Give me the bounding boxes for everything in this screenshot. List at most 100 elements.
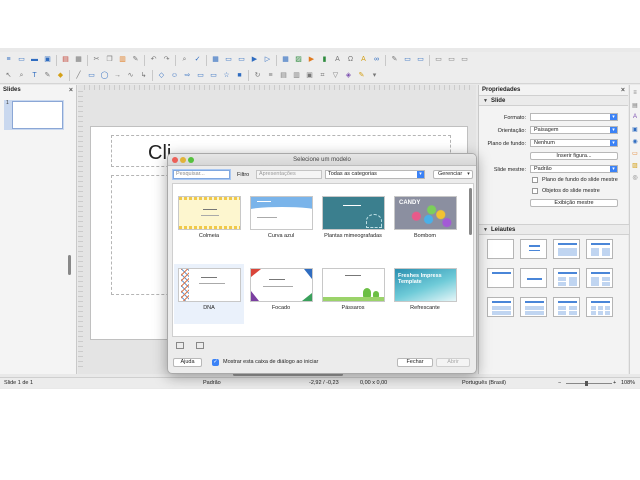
arrow-line-icon[interactable]: → xyxy=(113,71,123,81)
thumbnail-view-icon[interactable] xyxy=(176,342,184,349)
more-icon[interactable]: ▾ xyxy=(370,71,380,81)
show-dialog-checkbox[interactable]: ✓ xyxy=(212,359,219,366)
layout-title-content-2content[interactable] xyxy=(586,268,613,288)
manage-button[interactable]: Gerenciar ▾ xyxy=(433,170,473,179)
horizontal-ruler[interactable] xyxy=(84,85,470,90)
master-slide-icon[interactable]: ▭ xyxy=(237,55,247,65)
window-close-icon[interactable] xyxy=(172,157,178,163)
image-icon[interactable]: ▨ xyxy=(294,55,304,65)
line-color-icon[interactable]: ✎ xyxy=(43,71,53,81)
layout-centered-text[interactable] xyxy=(520,268,547,288)
connector-icon[interactable]: ↳ xyxy=(139,71,149,81)
template-item[interactable]: Plantas mimeografadas xyxy=(318,192,388,252)
paste-icon[interactable]: ▥ xyxy=(118,55,128,65)
layout-title-only[interactable] xyxy=(487,268,514,288)
copy-icon[interactable]: ❐ xyxy=(105,55,115,65)
template-item[interactable]: DNA xyxy=(174,264,244,324)
template-item[interactable]: Focado xyxy=(246,264,316,324)
curve-icon[interactable]: ∿ xyxy=(126,71,136,81)
properties-tab-icon[interactable]: ▤ xyxy=(631,101,639,109)
hyperlink-icon[interactable]: ∞ xyxy=(372,55,382,65)
points-icon[interactable]: ▭ xyxy=(403,55,413,65)
3d-objects-icon[interactable]: ■ xyxy=(235,71,245,81)
help-button[interactable]: Ajuda xyxy=(173,358,202,367)
animation-tab-icon[interactable]: ◉ xyxy=(631,137,639,145)
layout-title-2content-content[interactable] xyxy=(553,268,580,288)
line-icon[interactable]: ╱ xyxy=(74,71,84,81)
slide-thumbnail[interactable] xyxy=(4,100,64,130)
helplines-icon[interactable]: ▭ xyxy=(434,55,444,65)
crop-icon[interactable]: ⌗ xyxy=(318,71,328,81)
master-background-checkbox-row[interactable]: Plano de fundo do slide mestre xyxy=(532,177,618,183)
close-icon[interactable]: × xyxy=(69,87,73,94)
close-button[interactable]: Fechar xyxy=(397,358,433,367)
gallery-tab-icon[interactable]: ▨ xyxy=(631,161,639,169)
basic-shapes-icon[interactable]: ◇ xyxy=(157,71,167,81)
glue-points-icon[interactable]: ▭ xyxy=(416,55,426,65)
text-icon[interactable]: T xyxy=(30,71,40,81)
zoom-icon[interactable]: ⌕ xyxy=(17,71,27,81)
comment-icon[interactable]: ▭ xyxy=(460,55,470,65)
template-item[interactable]: CANDY Bombom xyxy=(390,192,460,252)
select-arrow-icon[interactable]: ↖ xyxy=(4,71,14,81)
master-background-checkbox[interactable] xyxy=(532,177,538,183)
export-pdf-icon[interactable]: ▤ xyxy=(61,55,71,65)
layouts-section-header[interactable]: ▼ Leiautes xyxy=(479,224,629,235)
template-item[interactable]: Freshes Impress Template Refrescante xyxy=(390,264,460,324)
new-doc-icon[interactable]: ▭ xyxy=(17,55,27,65)
show-draw-functions-icon[interactable]: ✎ xyxy=(390,55,400,65)
align-icon[interactable]: ≡ xyxy=(266,71,276,81)
spelling-icon[interactable]: ✓ xyxy=(193,55,203,65)
category-dropdown[interactable]: Todas as categorias ▾ xyxy=(325,170,425,179)
undo-icon[interactable]: ↶ xyxy=(149,55,159,65)
template-search-input[interactable]: Pesquisar... xyxy=(173,170,230,179)
highlight-icon[interactable]: ✎ xyxy=(357,71,367,81)
zoom-out-icon[interactable]: − xyxy=(558,380,561,386)
vertical-ruler[interactable] xyxy=(78,91,83,371)
display-views-icon[interactable]: ▭ xyxy=(224,55,234,65)
layout-title-content[interactable] xyxy=(553,239,580,259)
slide-transition-tab-icon[interactable]: ▣ xyxy=(631,125,639,133)
redo-icon[interactable]: ↷ xyxy=(162,55,172,65)
slides-panel-scrollbar[interactable] xyxy=(68,255,71,275)
open-button[interactable]: Abrir xyxy=(436,358,470,367)
ellipse-icon[interactable]: ◯ xyxy=(100,71,110,81)
start-current-slide-icon[interactable]: ▷ xyxy=(263,55,273,65)
open-folder-icon[interactable]: ▬ xyxy=(30,55,40,65)
layout-title-slide[interactable] xyxy=(520,239,547,259)
template-item[interactable]: Curva azul xyxy=(246,192,316,252)
filter-dropdown[interactable]: Apresentações xyxy=(256,170,322,179)
templates-scrollbar[interactable] xyxy=(469,188,472,235)
symbol-shapes-icon[interactable]: ☺ xyxy=(170,71,180,81)
insert-image-button[interactable]: Inserir figura... xyxy=(530,152,618,160)
layout-title-content-over-content[interactable] xyxy=(520,297,547,317)
slide-section-header[interactable]: ▼ Slide xyxy=(479,95,628,106)
filter-icon[interactable]: ▽ xyxy=(331,71,341,81)
flowchart-icon[interactable]: ▭ xyxy=(196,71,206,81)
layout-title-2content-over[interactable] xyxy=(487,297,514,317)
sidebar-menu-icon[interactable]: ≡ xyxy=(631,89,639,97)
template-item[interactable]: Colmeia xyxy=(174,192,244,252)
close-icon[interactable]: × xyxy=(621,87,625,94)
zoom-slider-knob[interactable] xyxy=(585,381,588,386)
styles-tab-icon[interactable]: A xyxy=(631,113,639,121)
find-replace-icon[interactable]: ⌕ xyxy=(180,55,190,65)
layout-title-6content[interactable] xyxy=(586,297,613,317)
textbox-icon[interactable]: A xyxy=(333,55,343,65)
template-item[interactable]: Pássaros xyxy=(318,264,388,324)
shadow-icon[interactable]: ▣ xyxy=(305,71,315,81)
master-objects-checkbox[interactable] xyxy=(532,188,538,194)
save-icon[interactable]: ▣ xyxy=(43,55,53,65)
window-minimize-icon[interactable] xyxy=(180,157,186,163)
start-first-slide-icon[interactable]: ▶ xyxy=(250,55,260,65)
window-zoom-icon[interactable] xyxy=(188,157,194,163)
chart-icon[interactable]: ▮ xyxy=(320,55,330,65)
arrange-icon[interactable]: ▤ xyxy=(279,71,289,81)
layout-title-two-content[interactable] xyxy=(586,239,613,259)
master-slide-dropdown[interactable]: Padrão ▾ xyxy=(530,165,618,173)
format-dropdown[interactable]: ▾ xyxy=(530,113,618,121)
background-dropdown[interactable]: Nenhum ▾ xyxy=(530,139,618,147)
orientation-dropdown[interactable]: Paisagem ▾ xyxy=(530,126,618,134)
cut-icon[interactable]: ✂ xyxy=(92,55,102,65)
list-view-icon[interactable] xyxy=(196,342,204,349)
